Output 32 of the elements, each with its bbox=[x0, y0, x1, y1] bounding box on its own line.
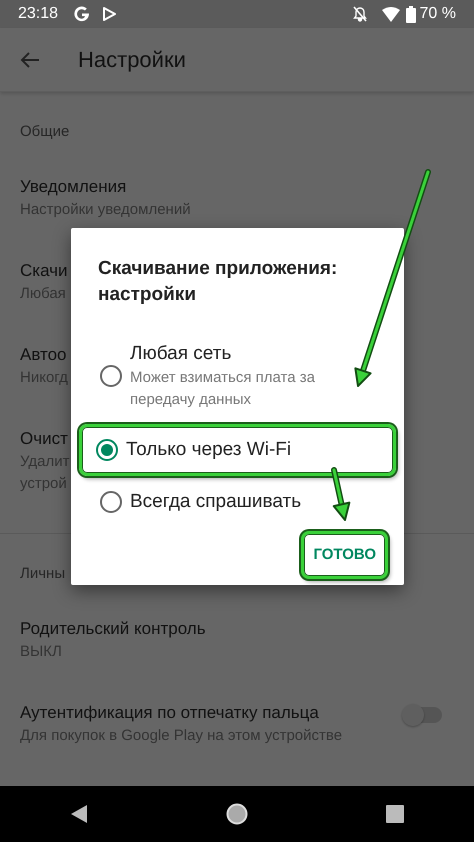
battery-percent: 70 % bbox=[420, 4, 456, 24]
play-store-icon bbox=[102, 7, 116, 21]
option-label: Любая сеть bbox=[130, 342, 232, 366]
section-header: Личны bbox=[20, 564, 66, 584]
status-time: 23:18 bbox=[18, 4, 58, 24]
section-header: Общие bbox=[20, 122, 70, 142]
nav-home-button[interactable] bbox=[226, 803, 248, 825]
radio-button[interactable] bbox=[96, 439, 118, 461]
done-button[interactable]: ГОТОВО bbox=[301, 530, 388, 579]
setting-title[interactable]: Автоо bbox=[20, 343, 67, 367]
radio-button[interactable] bbox=[100, 491, 122, 513]
bell-off-icon bbox=[352, 6, 368, 22]
back-arrow-icon bbox=[20, 50, 40, 70]
screen-title: Настройки bbox=[78, 46, 186, 74]
radio-option[interactable]: Только через Wi-Fi bbox=[79, 424, 396, 476]
option-label: Всегда спрашивать bbox=[130, 490, 302, 514]
wifi-icon bbox=[382, 6, 400, 22]
radio-button[interactable] bbox=[100, 365, 122, 387]
option-description: Может взиматься плата за передачу данных bbox=[130, 368, 316, 410]
dialog-title: Скачивание приложения: настройки bbox=[97, 257, 338, 307]
setting-title[interactable]: Родительский контроль bbox=[20, 617, 206, 641]
radio-option[interactable]: Всегда спрашивать bbox=[83, 482, 392, 522]
setting-title[interactable]: Аутентификация по отпечатку пальца bbox=[20, 701, 319, 725]
setting-title[interactable]: Скачи bbox=[20, 259, 68, 283]
nav-back-button[interactable] bbox=[70, 804, 88, 824]
back-button[interactable] bbox=[20, 50, 40, 70]
radio-option[interactable]: Любая сеть Может взиматься плата за передачу данных bbox=[83, 334, 392, 418]
setting-title[interactable]: Уведомления bbox=[20, 175, 126, 199]
setting-title[interactable]: Очист bbox=[20, 427, 68, 451]
battery-icon bbox=[406, 6, 416, 22]
g-logo-icon bbox=[74, 6, 90, 22]
option-label: Только через Wi-Fi bbox=[126, 438, 292, 462]
